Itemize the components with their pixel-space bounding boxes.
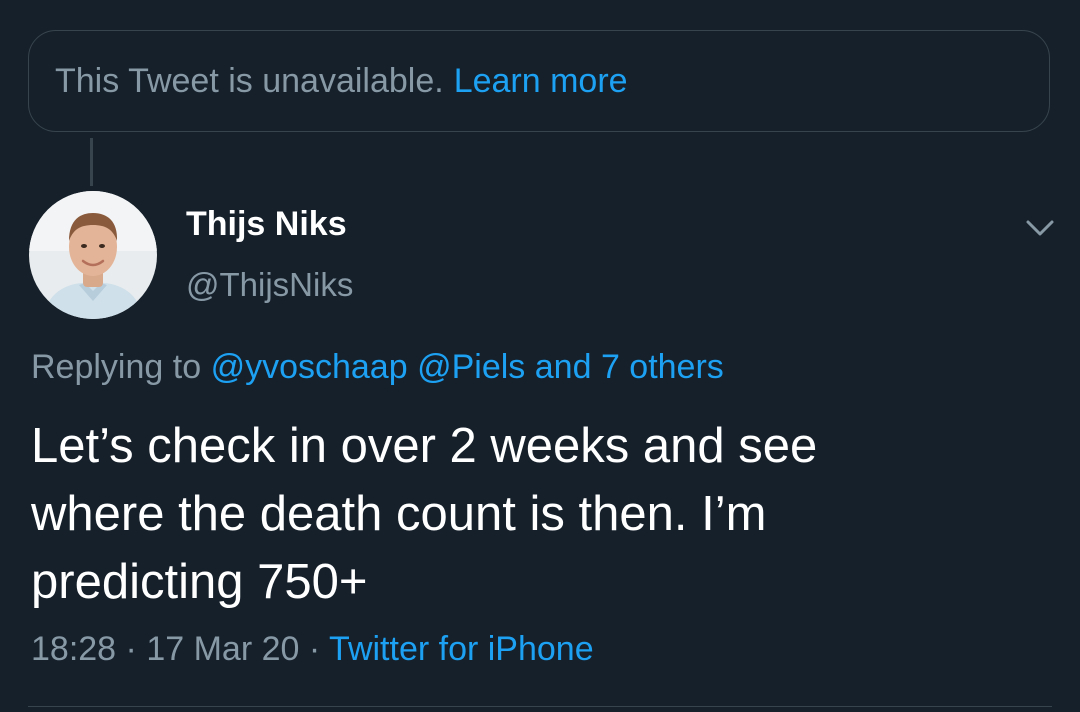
mention-and-connector[interactable]: and [535, 348, 592, 386]
chevron-down-icon[interactable] [1022, 213, 1058, 243]
mention-link-piels[interactable]: @Piels [417, 348, 525, 386]
thread-connector-line [90, 138, 93, 186]
author-handle[interactable]: @ThijsNiks [186, 266, 353, 304]
tweet-detail-view: This Tweet is unavailable. Learn more Th… [0, 0, 1080, 712]
unavailable-notice-text: This Tweet is unavailable. [55, 61, 444, 100]
tweet-text-line: where the death count is then. I’m [31, 487, 767, 541]
tweet-text-line: Let’s check in over 2 weeks and see [31, 419, 818, 473]
learn-more-link[interactable]: Learn more [454, 62, 628, 101]
author-display-name[interactable]: Thijs Niks [186, 205, 347, 244]
replying-to-line: Replying to @yvoschaap @Piels and 7 othe… [31, 348, 724, 387]
tweet-time: 18:28 [31, 630, 117, 668]
tweet-text-line: predicting 750+ [31, 555, 368, 609]
avatar[interactable] [29, 191, 157, 319]
replying-to-label: Replying to [31, 348, 202, 386]
tweet-text: Let’s check in over 2 weeks and see wher… [31, 412, 1031, 616]
profile-photo-icon [29, 191, 157, 319]
tweet-source-link[interactable]: Twitter for iPhone [329, 630, 594, 668]
mention-link-others[interactable]: 7 others [601, 348, 724, 386]
unavailable-tweet-notice: This Tweet is unavailable. Learn more [28, 30, 1050, 132]
divider [28, 706, 1052, 707]
mention-link-yvoschaap[interactable]: @yvoschaap [211, 348, 408, 386]
meta-separator: · [125, 630, 137, 668]
tweet-metadata: 18:28 · 17 Mar 20 · Twitter for iPhone [31, 630, 594, 669]
meta-separator: · [308, 630, 321, 668]
tweet-date: 17 Mar 20 [146, 630, 300, 668]
